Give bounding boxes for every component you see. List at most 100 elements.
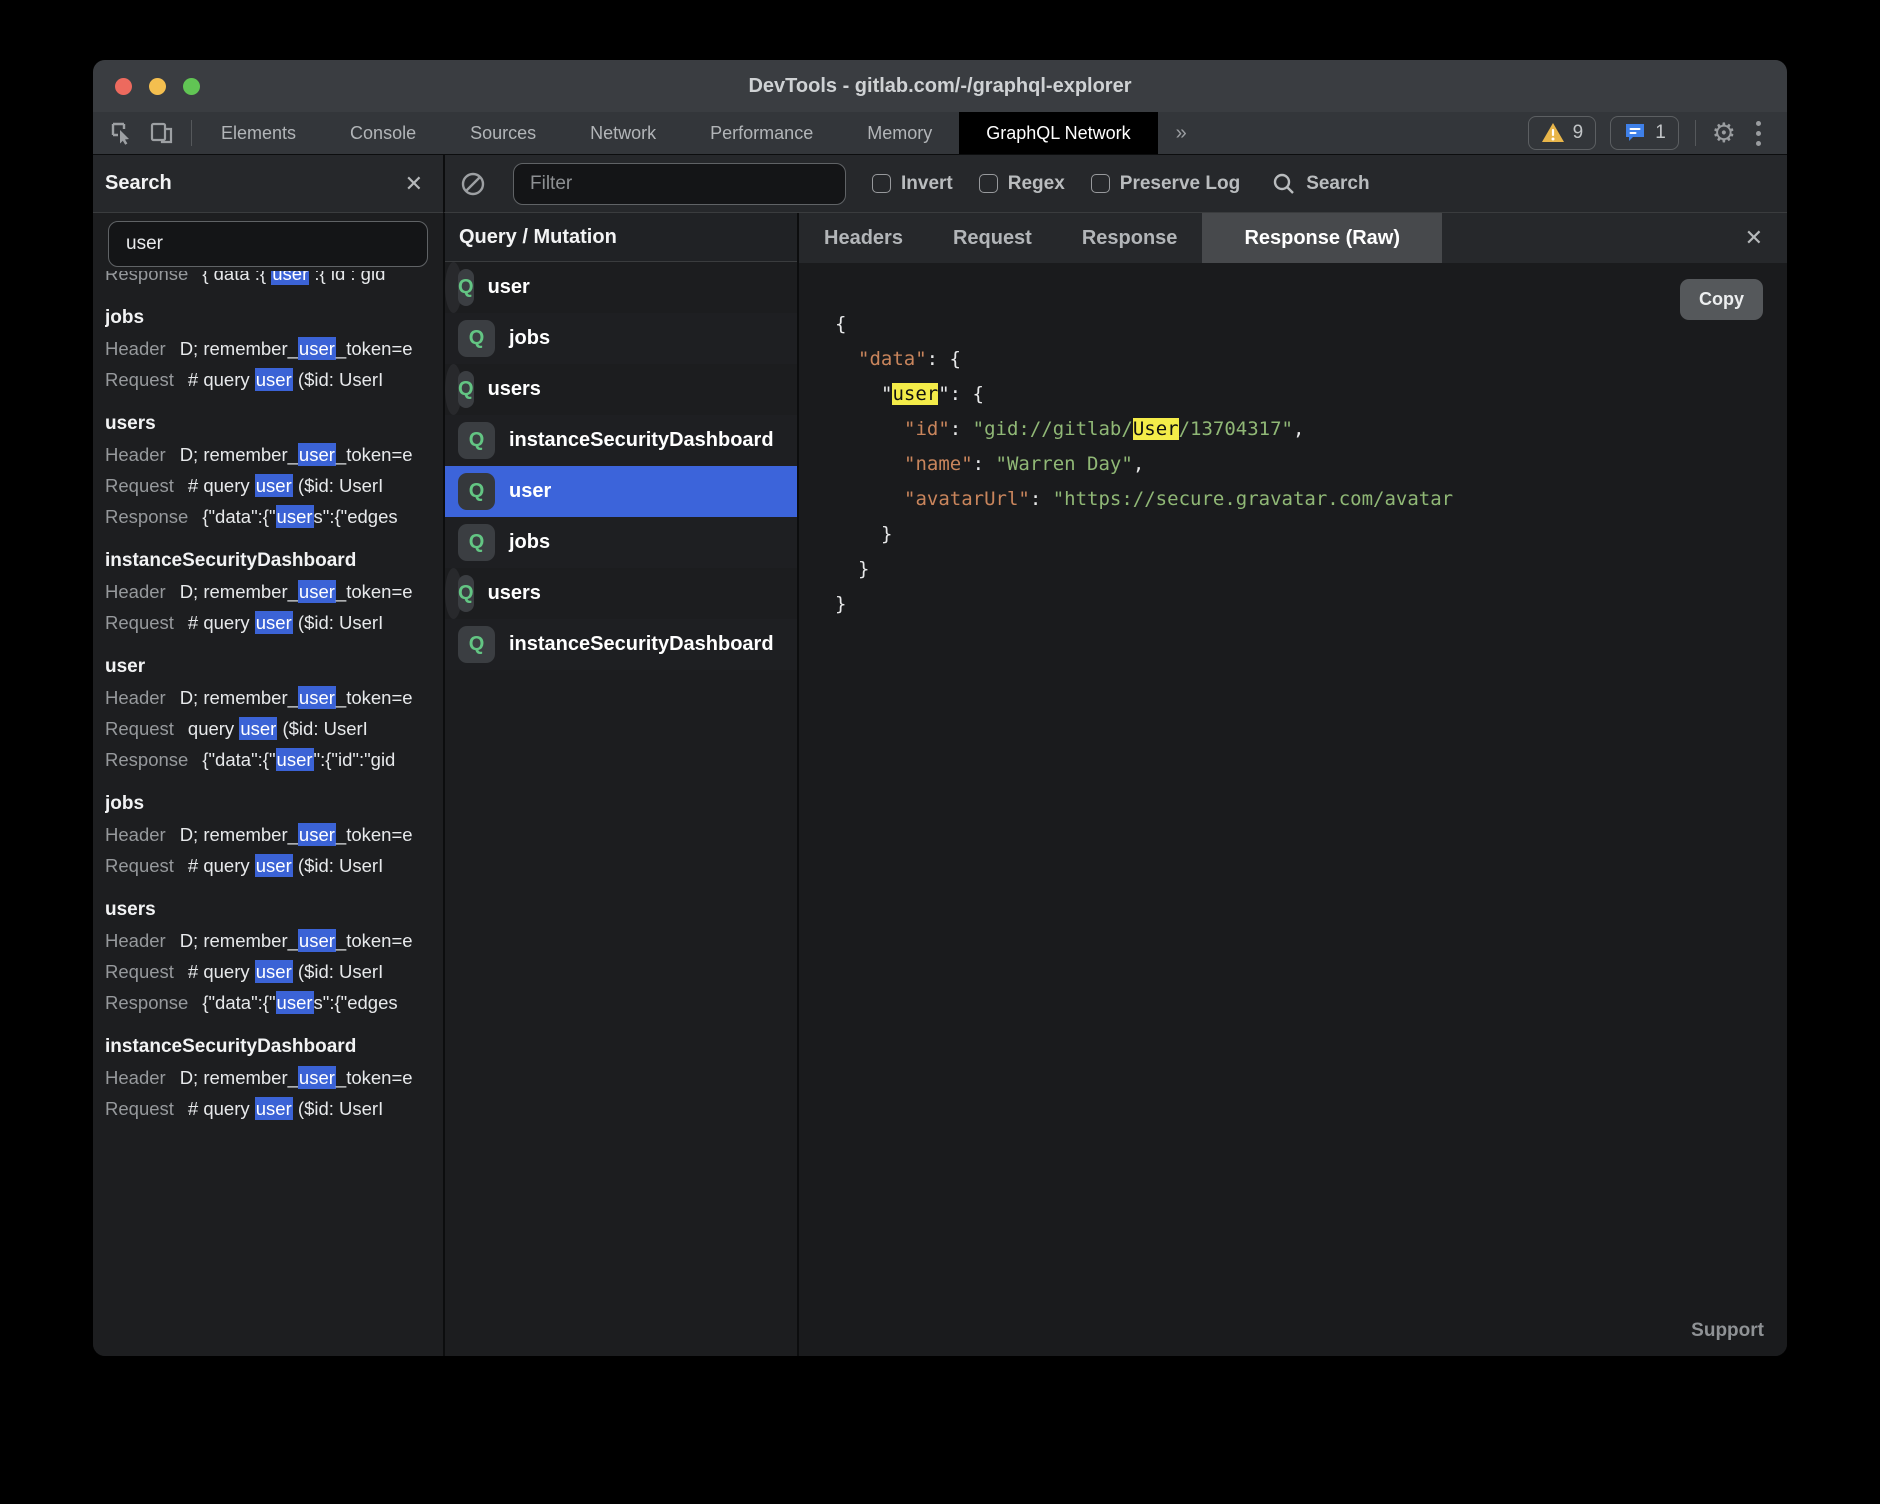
result-line-label: Header: [105, 824, 166, 845]
devtools-tabs: ElementsConsoleSourcesNetworkPerformance…: [194, 112, 1158, 154]
preserve-log-label: Preserve Log: [1120, 173, 1240, 195]
query-item-instancesecuritydashboard[interactable]: QinstanceSecurityDashboard: [445, 619, 797, 670]
gear-icon[interactable]: ⚙: [1712, 120, 1736, 147]
preserve-log-checkbox[interactable]: [1091, 174, 1110, 193]
more-tabs-button[interactable]: »: [1158, 112, 1205, 154]
issues-badge[interactable]: 1: [1610, 116, 1679, 150]
devtools-tab-graphql-network[interactable]: GraphQL Network: [959, 112, 1157, 154]
search-result-line[interactable]: Response{ data :{ user :{ id : gid: [105, 271, 443, 289]
search-result-line[interactable]: Request# query user ($id: UserI: [105, 1093, 443, 1124]
result-group-title: jobs: [105, 302, 443, 333]
search-result-line[interactable]: Request# query user ($id: UserI: [105, 850, 443, 881]
regex-checkbox[interactable]: [979, 174, 998, 193]
traffic-lights: [115, 78, 200, 95]
query-item-user[interactable]: Quser: [445, 262, 462, 313]
search-result-line[interactable]: Requestquery user ($id: UserI: [105, 713, 443, 744]
warnings-badge[interactable]: 9: [1528, 116, 1597, 150]
minimize-window-button[interactable]: [149, 78, 166, 95]
query-item-instancesecuritydashboard[interactable]: QinstanceSecurityDashboard: [445, 415, 797, 466]
search-input[interactable]: [108, 221, 428, 267]
query-item-users[interactable]: Qusers: [445, 568, 462, 619]
inspect-icon[interactable]: [109, 120, 135, 146]
filter-input[interactable]: [513, 163, 846, 205]
block-icon[interactable]: [459, 170, 487, 198]
result-group-title: user: [105, 651, 443, 682]
result-line-label: Header: [105, 338, 166, 359]
match-highlight: user: [276, 748, 314, 771]
close-window-button[interactable]: [115, 78, 132, 95]
title-bar: DevTools - gitlab.com/-/graphql-explorer: [93, 60, 1787, 112]
devtools-tab-memory[interactable]: Memory: [840, 112, 959, 154]
query-panel: Query / Mutation QuserQjobsQusersQinstan…: [443, 213, 797, 1356]
devtools-tab-console[interactable]: Console: [323, 112, 443, 154]
match-highlight: user: [255, 1097, 293, 1120]
query-item-jobs[interactable]: Qjobs: [445, 313, 797, 364]
match-highlight: user: [276, 505, 314, 528]
toolbar-divider: [1695, 120, 1696, 146]
zoom-window-button[interactable]: [183, 78, 200, 95]
invert-checkbox[interactable]: [872, 174, 891, 193]
match-highlight: user: [255, 611, 293, 634]
devtools-tab-network[interactable]: Network: [563, 112, 683, 154]
result-line-label: Response: [105, 271, 188, 284]
search-result-line[interactable]: Request# query user ($id: UserI: [105, 470, 443, 501]
query-item-label: users: [488, 582, 541, 605]
device-toolbar-icon[interactable]: [149, 120, 175, 146]
search-result-line[interactable]: HeaderD; remember_user_token=e: [105, 439, 443, 470]
support-link[interactable]: Support: [1691, 1320, 1764, 1342]
copy-button[interactable]: Copy: [1680, 279, 1763, 320]
search-result-line[interactable]: Response{"data":{"users":{"edges: [105, 501, 443, 532]
detail-tab-request[interactable]: Request: [928, 213, 1057, 263]
close-icon[interactable]: ✕: [401, 171, 427, 197]
match-highlight: user: [298, 1066, 336, 1089]
search-action[interactable]: Search: [1272, 172, 1369, 196]
query-type-badge: Q: [458, 269, 474, 306]
detail-tab-response-raw[interactable]: Response (Raw): [1202, 213, 1442, 263]
match-highlight: User: [1133, 418, 1179, 440]
regex-toggle[interactable]: Regex: [979, 173, 1065, 195]
result-line-label: Request: [105, 475, 174, 496]
detail-tab-headers[interactable]: Headers: [799, 213, 928, 263]
search-panel: Response{ data :{ user :{ id : gidjobsHe…: [93, 213, 443, 1356]
kebab-icon[interactable]: [1750, 117, 1767, 150]
query-list-header: Query / Mutation: [445, 213, 797, 262]
result-line-label: Header: [105, 581, 166, 602]
search-result-line[interactable]: Response{"data":{"users":{"edges: [105, 987, 443, 1018]
query-type-badge: Q: [458, 422, 495, 459]
query-item-label: user: [488, 276, 530, 299]
detail-panel: HeadersRequestResponseResponse (Raw) ✕ Co…: [797, 213, 1787, 1356]
devtools-tab-elements[interactable]: Elements: [194, 112, 323, 154]
search-result-line[interactable]: Request# query user ($id: UserI: [105, 956, 443, 987]
search-result-line[interactable]: Response{"data":{"user":{"id":"gid: [105, 744, 443, 775]
match-highlight: user: [255, 854, 293, 877]
query-item-users[interactable]: Qusers: [445, 364, 462, 415]
json-line: "user": {: [835, 377, 1787, 412]
search-result-line[interactable]: HeaderD; remember_user_token=e: [105, 682, 443, 713]
search-result-line[interactable]: HeaderD; remember_user_token=e: [105, 925, 443, 956]
detail-tab-response[interactable]: Response: [1057, 213, 1203, 263]
preserve-log-toggle[interactable]: Preserve Log: [1091, 173, 1240, 195]
devtools-tab-performance[interactable]: Performance: [683, 112, 840, 154]
invert-toggle[interactable]: Invert: [872, 173, 953, 195]
search-result-line[interactable]: Request# query user ($id: UserI: [105, 364, 443, 395]
regex-label: Regex: [1008, 173, 1065, 195]
query-item-user[interactable]: Quser: [445, 466, 797, 517]
devtools-tab-sources[interactable]: Sources: [443, 112, 563, 154]
search-header: Search ✕: [93, 155, 443, 213]
search-result-line[interactable]: HeaderD; remember_user_token=e: [105, 1062, 443, 1093]
search-result-line[interactable]: Request# query user ($id: UserI: [105, 607, 443, 638]
query-item-jobs[interactable]: Qjobs: [445, 517, 797, 568]
filter-bar: Invert Regex Preserve Log Search: [443, 155, 1787, 213]
search-result-line[interactable]: HeaderD; remember_user_token=e: [105, 819, 443, 850]
query-item-label: jobs: [509, 327, 550, 350]
query-type-badge: Q: [458, 524, 495, 561]
result-group-title: instanceSecurityDashboard: [105, 1031, 443, 1062]
result-line-label: Header: [105, 1067, 166, 1088]
close-icon[interactable]: ✕: [1741, 225, 1767, 251]
search-result-line[interactable]: HeaderD; remember_user_token=e: [105, 576, 443, 607]
search-result-line[interactable]: HeaderD; remember_user_token=e: [105, 333, 443, 364]
json-line: "avatarUrl": "https://secure.gravatar.co…: [835, 482, 1787, 517]
match-highlight: user: [298, 337, 336, 360]
match-highlight: user: [298, 443, 336, 466]
result-line-label: Request: [105, 1098, 174, 1119]
